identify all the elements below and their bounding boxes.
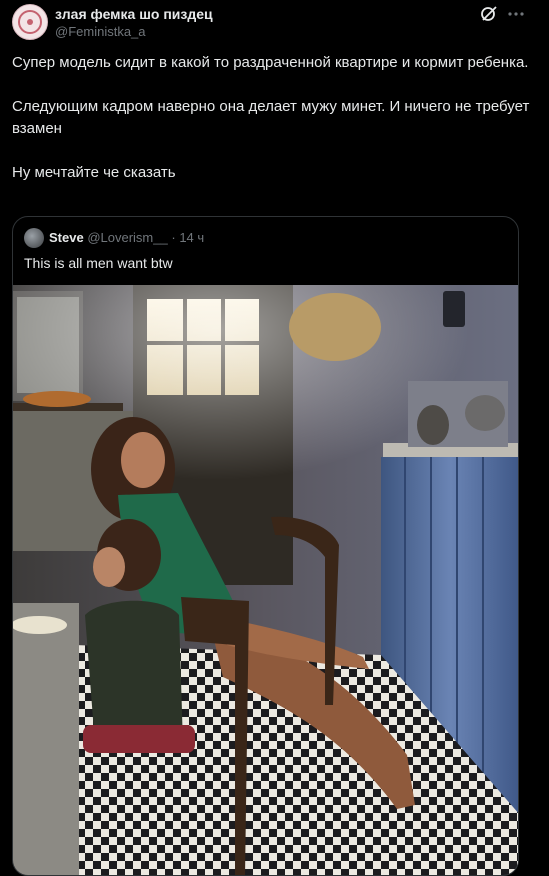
header-separator: · (171, 230, 176, 245)
tweet-paragraph: Ну мечтайте че сказать (12, 164, 176, 181)
photo-table (13, 603, 79, 875)
quoted-author-name[interactable]: Steve (49, 230, 84, 245)
quoted-author-avatar[interactable] (24, 228, 44, 248)
author-handle[interactable]: @Feministka_a (55, 24, 146, 39)
photo-plate (13, 616, 67, 634)
grok-icon[interactable] (480, 5, 498, 23)
photo-child-seat-cushion (83, 725, 195, 753)
author-avatar[interactable] (12, 4, 48, 40)
tweet-paragraph: Супер модель сидит в какой то раздраченн… (12, 54, 529, 71)
quoted-timestamp[interactable]: 14 ч (179, 230, 204, 245)
author-display-name[interactable]: злая фемка шо пиздец (55, 6, 213, 22)
tweet-photo[interactable] (13, 285, 519, 876)
avatar-logo-dot (27, 19, 33, 25)
quoted-author-handle[interactable]: @Loverism__ (87, 230, 167, 245)
photo-wall-lamp (443, 291, 465, 327)
quoted-tweet-header: Steve @Loverism__ · 14 ч (49, 230, 204, 245)
photo-woman-face (121, 432, 165, 488)
more-icon[interactable] (506, 4, 526, 24)
photo-fruit-bowl (23, 391, 91, 407)
tweet-text: Супер модель сидит в какой то раздраченн… (12, 52, 532, 184)
tweet-paragraph: Следующим кадром наверно она делает мужу… (12, 98, 530, 137)
quoted-tweet-card[interactable]: Steve @Loverism__ · 14 ч This is all men… (12, 216, 519, 876)
photo-child-body (85, 600, 183, 745)
photo-straw-basket (289, 293, 381, 361)
quoted-tweet-text: This is all men want btw (24, 255, 173, 271)
